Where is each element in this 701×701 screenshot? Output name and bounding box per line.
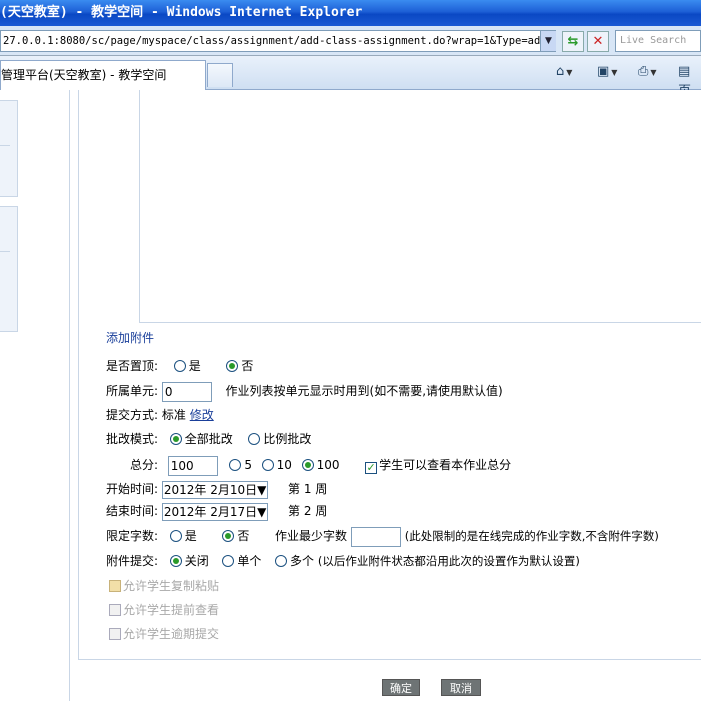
pin-row: 是否置顶: 是 否 xyxy=(106,356,253,376)
copy-paste-row: 允许学生复制粘贴 xyxy=(109,576,219,596)
assignment-editor[interactable] xyxy=(139,90,701,323)
pin-no-label: 否 xyxy=(241,359,254,373)
start-label: 开始时间: xyxy=(106,482,159,496)
end-label: 结束时间: xyxy=(106,504,159,518)
preview-label: 允许学生提前查看 xyxy=(123,603,220,617)
word-limit-row: 限定字数: 是 否 作业最少字数 (此处限制的是在线完成的作业字数,不含附件字数… xyxy=(106,526,659,547)
start-row: 开始时间: 2012年 2月10日▼ 第 1 周 xyxy=(106,479,327,499)
refresh-icon[interactable]: ⇆ xyxy=(562,31,584,52)
grading-row: 批改模式: 全部批改 比例批改 xyxy=(106,429,311,449)
total-input[interactable]: 100 xyxy=(167,455,218,476)
unit-input[interactable]: 0 xyxy=(161,381,212,402)
total-100-radio[interactable] xyxy=(301,459,314,471)
unit-hint: 作业列表按单元显示时用到(如不需要,请使用默认值) xyxy=(225,384,503,398)
pin-label: 是否置顶: xyxy=(106,359,159,373)
window-title-bar: (天空教室) - 教学空间 - Windows Internet Explore… xyxy=(0,0,701,26)
copy-paste-label: 允许学生复制粘贴 xyxy=(123,579,220,593)
attachment-row: 附件提交: 关闭 单个 多个 (以后作业附件状态都沿用此次的设置作为默认设置) xyxy=(106,551,580,571)
grading-ratio-radio[interactable] xyxy=(248,433,261,445)
ok-button[interactable]: 确定 xyxy=(382,679,420,696)
preview-checkbox[interactable] xyxy=(109,604,121,616)
window-title: (天空教室) - 教学空间 - Windows Internet Explore… xyxy=(0,5,363,20)
submit-mode-value: 标准 xyxy=(161,408,186,422)
left-sidebar xyxy=(0,90,70,701)
sidebar-divider xyxy=(0,145,10,146)
word-limit-no-label: 否 xyxy=(237,529,250,543)
tab-active[interactable]: 管理平台(天空教室) - 教学空间 xyxy=(0,60,206,90)
word-limit-hint: (此处限制的是在线完成的作业字数,不含附件字数) xyxy=(404,529,659,543)
end-date-value: 2012年 2月17日 xyxy=(163,504,258,519)
late-submit-row: 允许学生逾期提交 xyxy=(109,624,219,644)
word-limit-label: 限定字数: xyxy=(106,529,159,543)
late-submit-checkbox[interactable] xyxy=(109,628,121,640)
feeds-icon[interactable]: ▣ ▼ xyxy=(597,62,617,82)
add-attachment-link[interactable]: 添加附件 xyxy=(106,328,154,348)
attachment-hint: (以后作业附件状态都沿用此次的设置作为默认设置) xyxy=(317,554,580,568)
sidebar-panel xyxy=(0,100,18,197)
word-min-input[interactable] xyxy=(350,526,401,547)
end-week: 2 xyxy=(303,504,312,518)
cancel-button[interactable]: 取消 xyxy=(441,679,481,696)
attachment-multiple-radio[interactable] xyxy=(275,555,288,567)
grading-all-label: 全部批改 xyxy=(184,432,233,446)
pin-yes-label: 是 xyxy=(188,359,201,373)
attachment-off-label: 关闭 xyxy=(184,554,209,568)
copy-paste-checkbox[interactable] xyxy=(109,580,121,592)
submit-mode-label: 提交方式: xyxy=(106,408,159,422)
address-input[interactable]: 27.0.0.1:8080/sc/page/myspace/class/assi… xyxy=(0,30,556,52)
view-total-checkbox[interactable]: ✓ xyxy=(365,462,378,474)
word-limit-no-radio[interactable] xyxy=(222,530,235,542)
pin-yes-radio[interactable] xyxy=(173,360,186,372)
submit-mode-edit-link[interactable]: 修改 xyxy=(190,408,214,422)
home-icon[interactable]: ⌂ ▼ xyxy=(556,62,572,82)
total-row: 总分: 100 5 10 100 ✓ 学生可以查看本作业总分 xyxy=(130,455,512,476)
submit-mode-row: 提交方式: 标准 修改 xyxy=(106,405,214,425)
pin-no-radio[interactable] xyxy=(226,360,239,372)
stop-icon[interactable]: ✕ xyxy=(587,31,609,52)
total-10-label: 10 xyxy=(276,458,292,472)
grading-label: 批改模式: xyxy=(106,432,159,446)
word-limit-yes-label: 是 xyxy=(184,529,197,543)
word-min-label: 作业最少字数 xyxy=(275,529,348,543)
total-10-radio[interactable] xyxy=(261,459,274,471)
total-label: 总分: xyxy=(130,458,159,472)
unit-label: 所属单元: xyxy=(106,384,159,398)
start-week-prefix: 第 xyxy=(288,482,301,496)
start-date-value: 2012年 2月10日 xyxy=(163,482,258,497)
print-icon[interactable]: ⎙ ▼ xyxy=(638,62,657,82)
address-bar: 27.0.0.1:8080/sc/page/myspace/class/assi… xyxy=(0,26,701,56)
page-menu[interactable]: ▤页 xyxy=(678,62,701,99)
attachment-single-label: 单个 xyxy=(237,554,262,568)
end-row: 结束时间: 2012年 2月17日▼ 第 2 周 xyxy=(106,501,327,521)
end-date-select[interactable]: 2012年 2月17日▼ xyxy=(161,502,269,521)
preview-row: 允许学生提前查看 xyxy=(109,600,219,620)
total-5-radio[interactable] xyxy=(229,459,242,471)
word-limit-yes-radio[interactable] xyxy=(169,530,182,542)
attachment-single-radio[interactable] xyxy=(222,555,235,567)
start-week: 1 xyxy=(303,482,312,496)
add-attachment-label: 添加附件 xyxy=(106,331,155,345)
end-week-suffix: 周 xyxy=(315,504,328,518)
view-total-label: 学生可以查看本作业总分 xyxy=(379,458,512,472)
sidebar-divider xyxy=(0,251,10,252)
late-submit-label: 允许学生逾期提交 xyxy=(123,627,220,641)
attachment-label: 附件提交: xyxy=(106,554,159,568)
tab-bar: 管理平台(天空教室) - 教学空间 xyxy=(0,56,701,90)
search-input[interactable]: Live Search xyxy=(615,30,701,52)
end-week-prefix: 第 xyxy=(288,504,301,518)
address-dropdown-icon[interactable]: ▼ xyxy=(540,31,556,51)
total-5-label: 5 xyxy=(244,458,252,472)
unit-row: 所属单元: 0 作业列表按单元显示时用到(如不需要,请使用默认值) xyxy=(106,381,503,402)
new-tab-button[interactable] xyxy=(207,63,233,87)
grading-ratio-label: 比例批改 xyxy=(263,432,312,446)
grading-all-radio[interactable] xyxy=(169,433,182,445)
start-week-suffix: 周 xyxy=(315,482,328,496)
sidebar-panel xyxy=(0,206,18,332)
total-100-label: 100 xyxy=(316,458,340,472)
attachment-off-radio[interactable] xyxy=(169,555,182,567)
tab-label: 管理平台(天空教室) - 教学空间 xyxy=(1,68,167,82)
attachment-multiple-label: 多个 xyxy=(290,554,315,568)
start-date-select[interactable]: 2012年 2月10日▼ xyxy=(161,480,269,499)
